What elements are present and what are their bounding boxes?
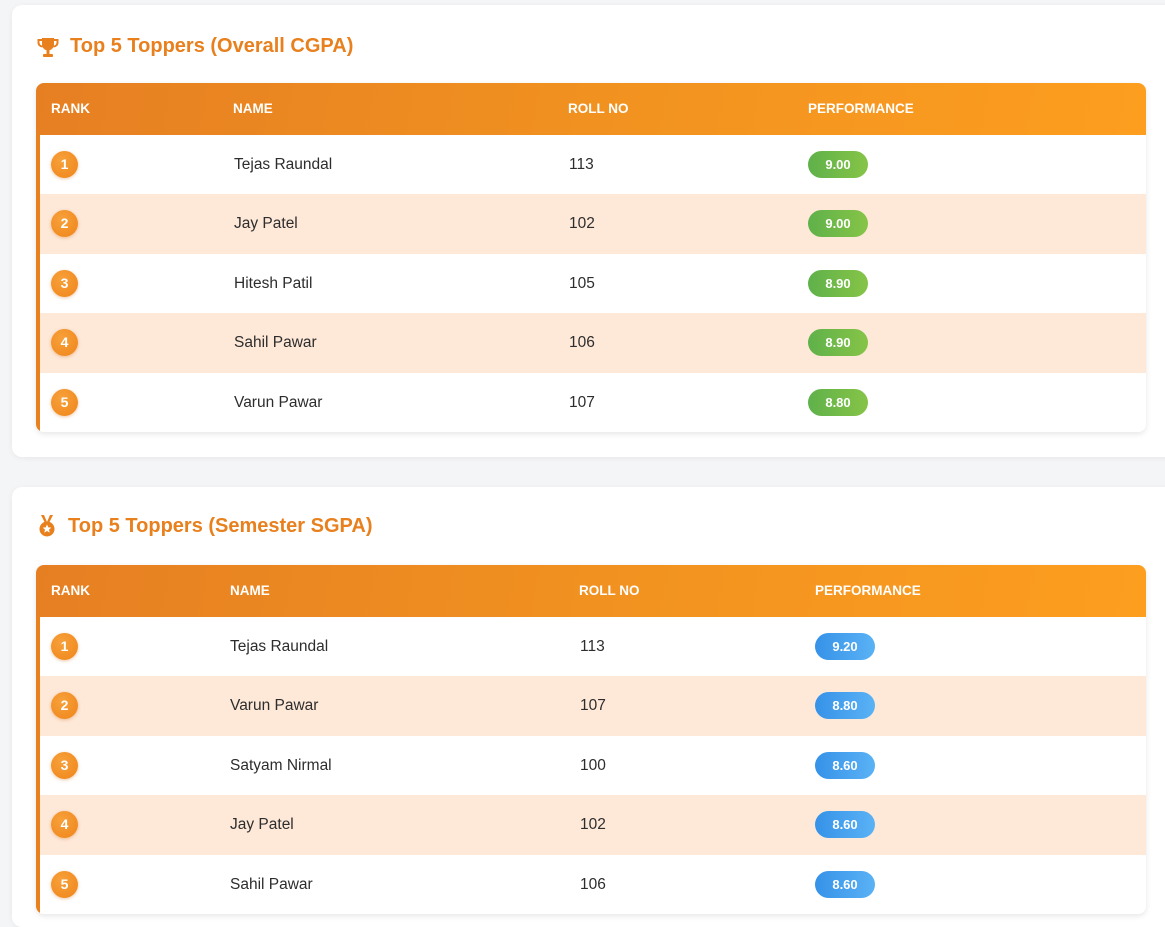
cgpa-section-title: Top 5 Toppers (Overall CGPA) [36,35,353,58]
column-header-name: NAME [230,583,270,598]
table-header: RANK NAME ROLL NO PERFORMANCE [36,565,1146,617]
cgpa-toppers-card: Top 5 Toppers (Overall CGPA) RANK NAME R… [12,5,1165,457]
student-name: Tejas Raundal [234,156,333,173]
cgpa-title-text: Top 5 Toppers (Overall CGPA) [70,35,354,57]
table-row: 2 Jay Patel 102 9.00 [36,194,1146,254]
table-row: 1 Tejas Raundal 113 9.20 [36,617,1146,677]
roll-number: 102 [580,816,606,834]
student-name: Tejas Raundal [230,638,329,655]
performance-badge: 9.20 [815,633,875,660]
rank-badge: 3 [51,269,78,297]
column-header-roll: ROLL NO [568,101,629,116]
rank-badge: 5 [51,388,78,416]
table-row: 4 Jay Patel 102 8.60 [36,795,1146,855]
table-row: 5 Varun Pawar 107 8.80 [36,372,1146,432]
student-name: Jay Patel [234,215,298,233]
cgpa-table: RANK NAME ROLL NO PERFORMANCE 1 Tejas Rau… [36,83,1146,432]
performance-badge: 8.60 [815,811,875,839]
trophy-icon [36,36,60,58]
table-row: 1 Tejas Raundal 113 9.00 [36,135,1146,195]
rank-badge: 3 [51,751,78,779]
rank-badge: 5 [51,870,78,898]
sgpa-toppers-card: Top 5 Toppers (Semester SGPA) RANK NAME … [12,487,1165,927]
student-name: Varun Pawar [230,697,319,715]
rank-badge: 2 [51,692,78,720]
student-name: Sahil Pawar [234,334,317,352]
table-row: 3 Satyam Nirmal 100 8.60 [36,735,1146,796]
table-header: RANK NAME ROLL NO PERFORMANCE [36,83,1146,135]
table-row: 2 Varun Pawar 107 8.80 [36,676,1146,736]
column-header-rank: RANK [51,101,90,116]
performance-badge: 9.00 [808,151,868,178]
roll-number: 100 [580,756,606,774]
sgpa-table: RANK NAME ROLL NO PERFORMANCE 1 Tejas Rau… [36,565,1146,914]
roll-number: 105 [569,274,595,292]
performance-badge: 8.80 [808,388,868,416]
column-header-performance: PERFORMANCE [815,583,921,598]
rank-badge: 1 [51,633,78,660]
column-header-rank: RANK [51,583,90,598]
roll-number: 107 [569,393,595,411]
performance-badge: 8.90 [808,269,868,297]
roll-number: 113 [580,638,605,655]
roll-number: 106 [569,334,595,352]
roll-number: 106 [580,875,606,893]
student-name: Varun Pawar [234,393,323,411]
table-row: 3 Hitesh Patil 105 8.90 [36,253,1146,314]
performance-badge: 8.60 [815,870,875,898]
performance-badge: 8.80 [815,692,875,720]
rank-badge: 2 [51,210,78,238]
roll-number: 107 [580,697,606,715]
column-header-roll: ROLL NO [579,583,640,598]
rank-badge: 4 [51,811,78,839]
student-name: Hitesh Patil [234,274,313,292]
sgpa-section-title: Top 5 Toppers (Semester SGPA) [36,514,373,538]
roll-number: 113 [569,156,594,173]
student-name: Satyam Nirmal [230,756,332,774]
column-header-performance: PERFORMANCE [808,101,914,116]
rank-badge: 4 [51,329,78,357]
student-name: Sahil Pawar [230,875,313,893]
table-row: 4 Sahil Pawar 106 8.90 [36,313,1146,373]
medal-icon [36,514,58,538]
table-row: 5 Sahil Pawar 106 8.60 [36,854,1146,914]
performance-badge: 8.90 [808,329,868,357]
rank-badge: 1 [51,151,78,178]
performance-badge: 9.00 [808,210,868,238]
student-name: Jay Patel [230,816,294,834]
sgpa-title-text: Top 5 Toppers (Semester SGPA) [68,514,373,537]
column-header-name: NAME [233,101,273,116]
roll-number: 102 [569,215,595,233]
performance-badge: 8.60 [815,751,875,779]
